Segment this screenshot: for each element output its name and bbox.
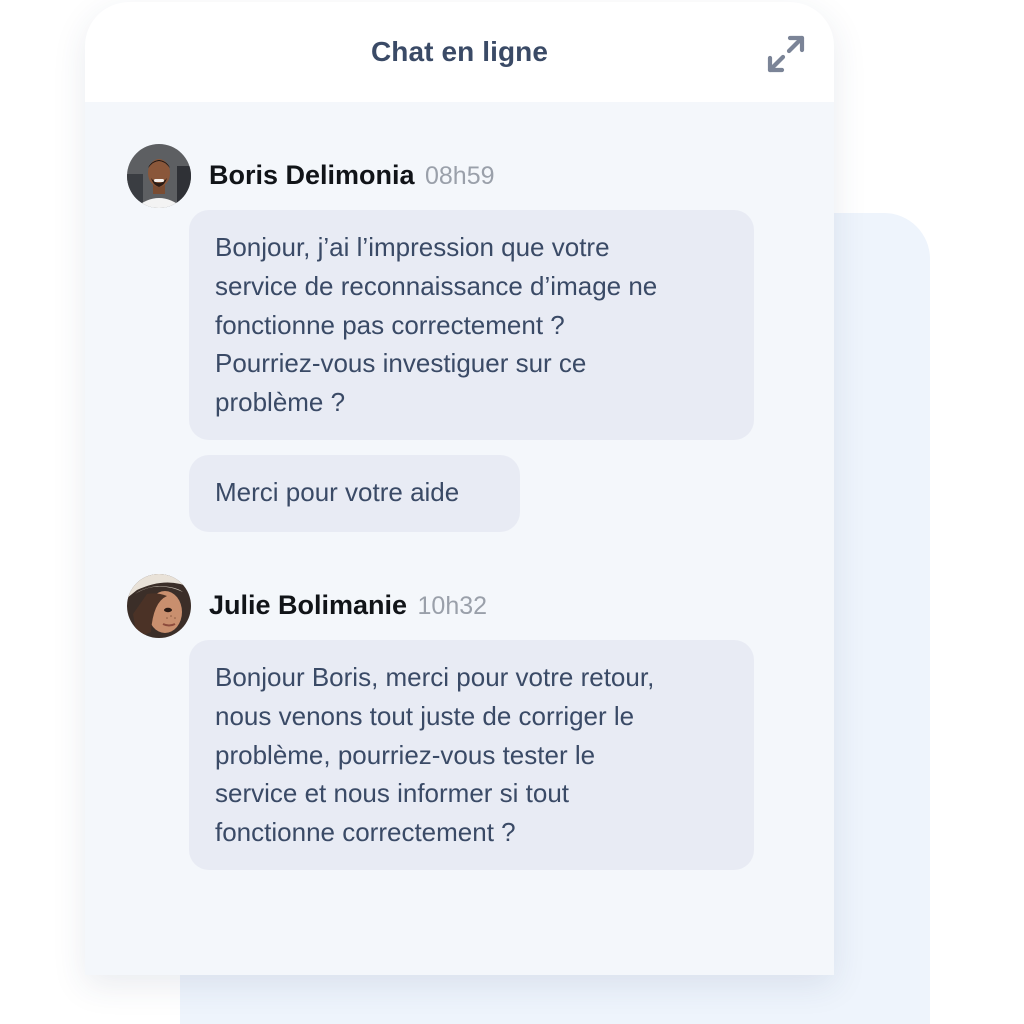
author-line: Boris Delimonia 08h59: [209, 160, 495, 191]
avatar-julie[interactable]: [127, 574, 191, 638]
author-name: Boris Delimonia: [209, 160, 415, 190]
message-text: Merci pour votre aide: [215, 477, 460, 507]
page: Chat en ligne Boris Delimonia 08h59 Bonj…: [0, 0, 1024, 1024]
avatar-boris[interactable]: [127, 144, 191, 208]
message-header: Julie Bolimanie 10h32: [127, 574, 767, 640]
message-text: Bonjour Boris, merci pour votre retour, …: [215, 662, 655, 848]
message-bubble: Merci pour votre aide: [189, 455, 520, 532]
chat-window: Chat en ligne Boris Delimonia 08h59 Bonj…: [85, 2, 834, 975]
message-text: Bonjour, j’ai l’impression que votre ser…: [215, 232, 658, 418]
expand-button[interactable]: [764, 32, 808, 76]
avatar-boris-image: [127, 144, 191, 208]
author-line: Julie Bolimanie 10h32: [209, 590, 487, 621]
message-bubble: Bonjour, j’ai l’impression que votre ser…: [189, 210, 754, 440]
message-bubble: Bonjour Boris, merci pour votre retour, …: [189, 640, 754, 870]
message-time: 08h59: [425, 162, 495, 190]
message-time: 10h32: [417, 592, 488, 620]
expand-arrows-icon: [767, 35, 805, 73]
message-header: Boris Delimonia 08h59: [127, 144, 767, 210]
chat-title: Chat en ligne: [370, 36, 549, 67]
author-name: Julie Bolimanie: [209, 590, 408, 620]
chat-header: Chat en ligne: [85, 2, 834, 102]
message-group-boris: Boris Delimonia 08h59 Bonjour, j’ai l’im…: [127, 144, 767, 532]
avatar-julie-image: [127, 574, 191, 638]
message-group-julie: Julie Bolimanie 10h32 Bonjour Boris, mer…: [127, 574, 767, 870]
